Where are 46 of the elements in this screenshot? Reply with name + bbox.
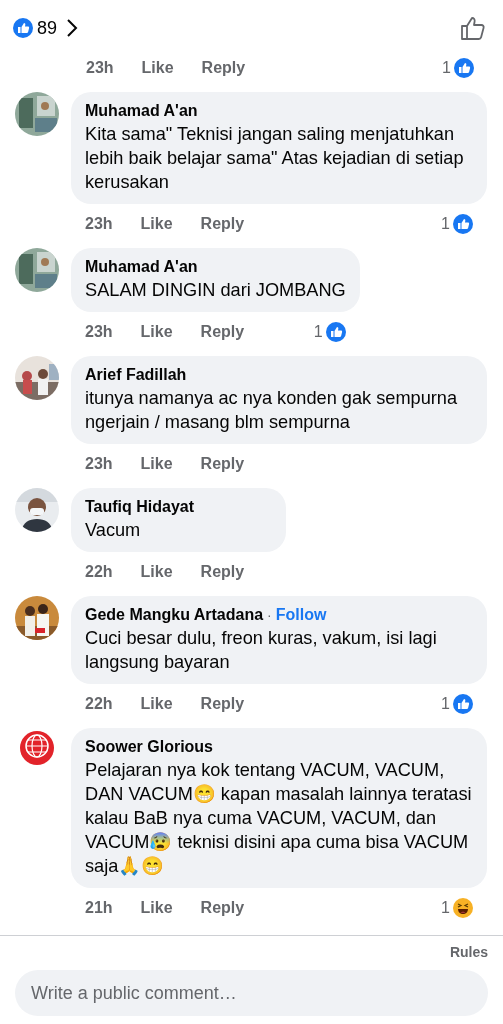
reaction-count: 1 [441,695,450,713]
comment-time: 22h [85,563,113,581]
like-link[interactable]: Like [140,215,173,233]
reaction-count: 1 [441,899,450,917]
like-link[interactable]: Like [140,563,173,581]
follow-link[interactable]: Follow [275,606,327,624]
like-link[interactable]: Like [140,455,173,473]
reply-link[interactable]: Reply [200,215,245,233]
reaction-count: 1 [313,323,323,341]
like-icon[interactable] [459,14,487,42]
comment-author[interactable]: Gede Mangku Artadana [85,604,264,626]
like-link[interactable]: Like [141,59,174,77]
like-link[interactable]: Like [140,323,173,341]
comment-time: 23h [85,215,113,233]
comment-author[interactable]: Arief Fadillah [85,364,187,386]
separator-dot: · [267,607,272,623]
comment-text: Pelajaran nya kok tentang VACUM, VACUM, DAN VACUM😁 kapan masalah lainnya teratasi kalau BaB nya cuma VACUM, VACUM, dan VACUM😰 teknisi disini apa cuma bisa VACUM saja🙏😁 [85,759,473,878]
reply-link[interactable]: Reply [200,323,245,341]
reaction-count: 1 [441,215,450,233]
comment-time: 21h [85,899,113,917]
chevron-right-icon[interactable] [65,17,80,39]
comment-text: SALAM DINGIN dari JOMBANG [85,279,346,302]
comment-time: 23h [86,59,114,77]
comment-time: 23h [85,323,113,341]
comment-author[interactable]: Muhamad A'an [85,256,198,278]
comment-time: 22h [85,695,113,713]
comment-input-field[interactable]: Write a public comment… [15,970,488,1016]
comment-author[interactable]: Taufiq Hidayat [85,496,195,518]
reply-link[interactable]: Reply [200,563,245,581]
like-reaction-icon [13,18,33,38]
comment-author[interactable]: Soower Glorious [85,736,213,758]
comment-time: 23h [85,455,113,473]
rules-link[interactable]: Rules [449,944,488,970]
like-link[interactable]: Like [140,899,173,917]
reaction-count: 1 [442,59,451,77]
reply-link[interactable]: Reply [200,695,245,713]
comment-text: Kita sama" Teknisi jangan saling menjatuhkan lebih baik belajar sama" Atas kejadian di setiap kerusakan [85,123,465,194]
comment-text: Cuci besar dulu, freon kuras, vakum, isi lagi langsung bayaran [85,627,438,674]
reaction-count[interactable]: 89 [37,17,58,39]
reply-link[interactable]: Reply [200,899,245,917]
reply-link[interactable]: Reply [200,455,245,473]
comment-text: itunya namanya ac nya konden gak sempurna ngerjain / masang blm sempurna [85,387,459,434]
comment-text: Vacum [85,519,142,542]
reply-link[interactable]: Reply [201,59,246,77]
like-link[interactable]: Like [140,695,173,713]
comment-author[interactable]: Muhamad A'an [85,100,198,122]
